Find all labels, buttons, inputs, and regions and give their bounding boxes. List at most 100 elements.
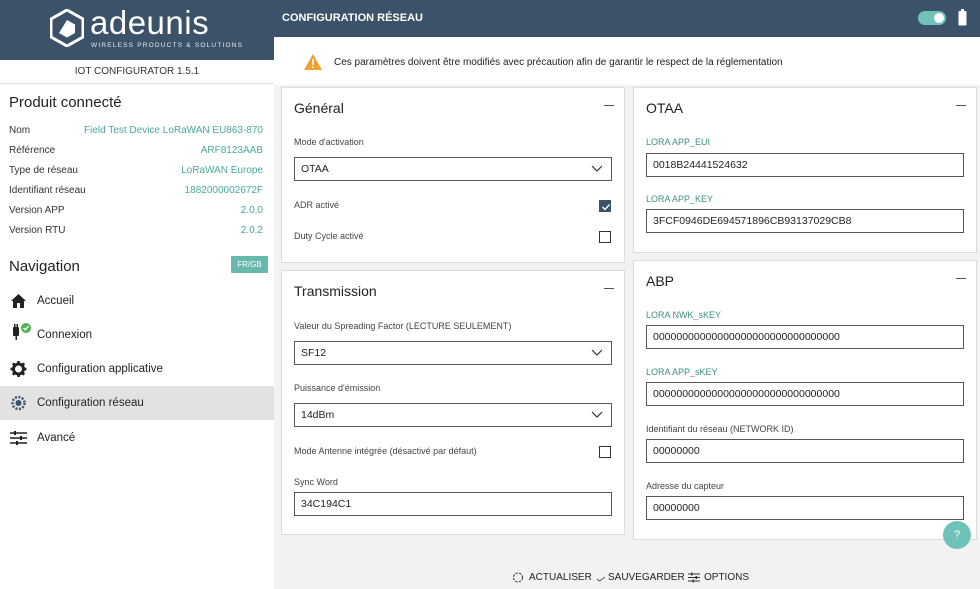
app-key-value: 3FCF0946DE694571896CB93137029CB8 [653,215,852,227]
chevron-down-icon [591,165,603,172]
options-button[interactable]: OPTIONS [704,572,749,583]
product-title: Produit connecté [9,94,122,111]
info-value: Field Test Device LoRaWAN EU863-870 [84,125,263,136]
activation-mode-value: OTAA [301,163,329,175]
sync-word-label: Sync Word [294,477,338,487]
nwk-skey-label: LORA NWK_sKEY [646,310,722,320]
refresh-icon [513,572,523,583]
spreading-factor-select[interactable]: SF12 [294,341,612,365]
bottom-action-bar: ACTUALISER SAUVEGARDER OPTIONS [274,563,980,589]
info-value: ARF8123AAB [200,145,263,156]
nav-label: Configuration applicative [37,363,163,375]
app-eui-input[interactable]: 0018B24441524632 [646,153,964,177]
info-row-name: Nom Field Test Device LoRaWAN EU863-870 [9,125,263,145]
checkmark-icon [602,204,611,211]
app-version: IOT CONFIGURATOR 1.5.1 [0,60,274,84]
nav-label: Configuration réseau [37,397,144,409]
collapse-icon[interactable] [956,98,968,110]
info-key: Référence [9,145,56,156]
save-icon [596,576,606,582]
nav-item-configuration-reseau[interactable]: Configuration réseau [0,386,274,420]
panel-title: Général [294,100,344,116]
nav-label: Avancé [37,432,76,444]
battery-icon [958,9,967,26]
nav-label: Connexion [37,329,92,341]
app-skey-input[interactable]: 00000000000000000000000000000000 [646,382,964,406]
sensor-address-input[interactable]: 00000000 [646,496,964,520]
antenna-mode-checkbox[interactable] [599,446,611,458]
chevron-down-icon [591,349,603,356]
general-panel: Général Mode d'activation OTAA ADR activ… [281,87,625,263]
info-value: LoRaWAN Europe [181,165,263,176]
abp-panel: ABP LORA NWK_sKEY 0000000000000000000000… [633,260,977,540]
warning-banner: Ces paramètres doivent être modifiés ave… [274,37,980,85]
panel-title: Transmission [294,283,377,299]
home-icon [11,294,26,308]
sensor-address-value: 00000000 [653,502,700,514]
duty-cycle-checkbox[interactable] [599,231,611,243]
nav-item-configuration-applicative[interactable]: Configuration applicative [0,352,274,386]
sidebar: adeunis WIRELESS PRODUCTS & SOLUTIONS IO… [0,0,274,589]
transmission-panel: Transmission Valeur du Spreading Factor … [281,270,625,535]
info-key: Version RTU [9,225,66,236]
power-value: 14dBm [301,409,335,421]
brand-tagline: WIRELESS PRODUCTS & SOLUTIONS [91,42,244,49]
brand-name: adeunis [90,4,210,41]
language-toggle-button[interactable]: FR/GB [231,256,268,273]
app-eui-value: 0018B24441524632 [653,159,748,171]
sensor-address-label: Adresse du capteur [646,481,725,491]
refresh-button[interactable]: ACTUALISER [529,572,592,583]
network-gear-icon [11,395,26,411]
navigation-title: Navigation [9,258,80,275]
chevron-down-icon [591,411,603,418]
app-key-input[interactable]: 3FCF0946DE694571896CB93137029CB8 [646,209,964,233]
network-id-value: 00000000 [653,445,700,457]
sync-word-input[interactable]: 34C194C1 [294,492,612,516]
panel-title: OTAA [646,100,684,116]
power-select[interactable]: 14dBm [294,403,612,427]
nav-item-connexion[interactable]: Connexion [0,318,274,352]
adr-checkbox[interactable] [599,200,611,212]
connection-toggle[interactable] [918,11,946,25]
help-button[interactable]: ? [943,521,971,549]
collapse-icon[interactable] [604,281,616,293]
nav-label: Accueil [37,295,75,307]
save-button[interactable]: SAUVEGARDER [608,572,685,583]
warning-icon [304,54,322,70]
info-row-app-version: Version APP 2.0.0 [9,205,263,225]
app-eui-label: LORA APP_EUI [646,137,711,147]
adr-label: ADR activé [294,200,340,210]
sliders-icon [10,431,27,445]
top-bar: CONFIGURATION RÉSEAU [274,0,980,37]
app-skey-value: 00000000000000000000000000000000 [653,388,840,400]
info-row-network-type: Type de réseau LoRaWAN Europe [9,165,263,185]
warning-text: Ces paramètres doivent être modifiés ave… [334,57,783,68]
nwk-skey-value: 00000000000000000000000000000000 [653,331,840,343]
toggle-knob [934,13,944,23]
logo-area: adeunis WIRELESS PRODUCTS & SOLUTIONS [0,0,274,60]
info-value: 2.0.0 [240,205,263,216]
collapse-icon[interactable] [604,98,616,110]
activation-mode-select[interactable]: OTAA [294,157,612,181]
nav-item-accueil[interactable]: Accueil [0,284,274,318]
nwk-skey-input[interactable]: 00000000000000000000000000000000 [646,325,964,349]
info-row-network-id: Identifiant réseau 1882000002672F [9,185,263,205]
spreading-factor-value: SF12 [301,347,327,359]
app-skey-label: LORA APP_sKEY [646,367,718,377]
otaa-panel: OTAA LORA APP_EUI 0018B24441524632 LORA … [633,87,977,253]
info-row-rtu-version: Version RTU 2.0.2 [9,225,263,245]
info-key: Version APP [9,205,65,216]
power-label: Puissance d'émission [294,383,381,393]
plug-icon [13,323,31,340]
info-key: Nom [9,125,31,136]
app-key-label: LORA APP_KEY [646,194,714,204]
collapse-icon[interactable] [956,271,968,283]
info-key: Type de réseau [9,165,78,176]
sync-word-value: 34C194C1 [301,498,352,510]
options-icon [688,572,700,583]
page-title: CONFIGURATION RÉSEAU [282,12,423,24]
network-id-input[interactable]: 00000000 [646,439,964,463]
nav-item-avance[interactable]: Avancé [0,421,274,455]
info-value: 2.0.2 [240,225,263,236]
info-key: Identifiant réseau [9,185,86,196]
